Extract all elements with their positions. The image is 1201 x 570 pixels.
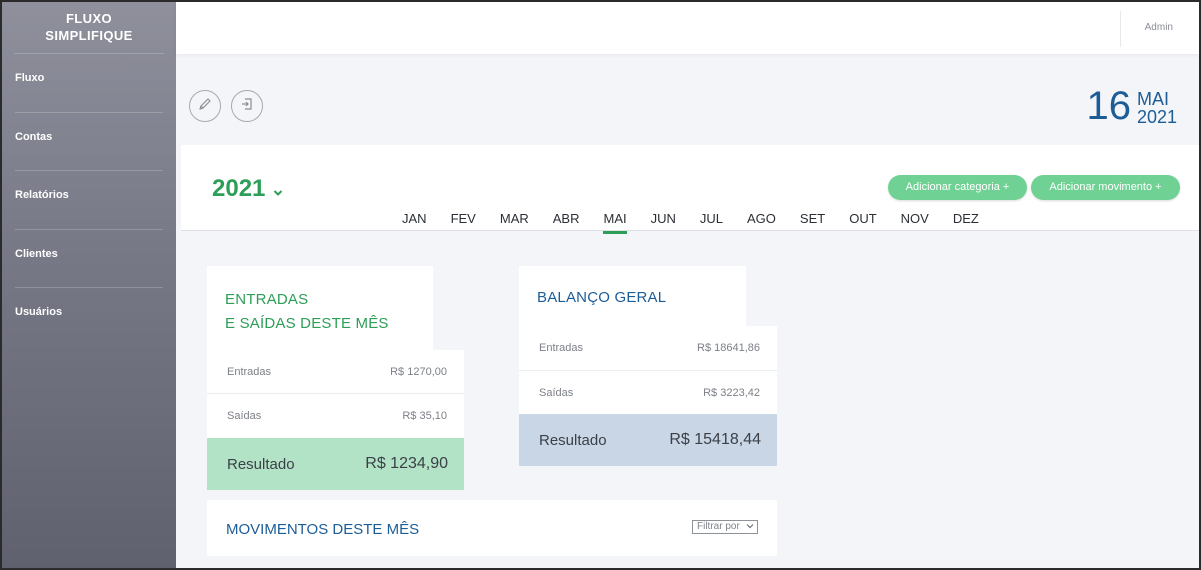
sidebar-item-contas[interactable]: Contas	[15, 113, 163, 171]
balance-entradas-row: Entradas R$ 18641,86	[519, 326, 777, 371]
sidebar-item-fluxo[interactable]: Fluxo	[15, 54, 163, 113]
app-window: FLUXO SIMPLIFIQUE Fluxo Contas Relatório…	[2, 2, 1199, 568]
chevron-down-icon	[746, 522, 754, 534]
tab-set[interactable]: SET	[800, 211, 825, 234]
tab-mai[interactable]: MAI	[603, 211, 627, 234]
user-menu[interactable]: Admin	[1145, 22, 1173, 33]
monthly-result-label: Resultado	[227, 455, 295, 473]
balance-saidas-row: Saídas R$ 3223,42	[519, 371, 777, 414]
date-day: 16	[1086, 84, 1131, 128]
balance-card-title: BALANÇO GERAL	[519, 266, 746, 326]
tab-nov[interactable]: NOV	[901, 211, 929, 234]
balance-result-label: Resultado	[539, 431, 607, 449]
year-value: 2021	[212, 175, 266, 202]
tab-dez[interactable]: DEZ	[953, 211, 979, 234]
tab-jul[interactable]: JUL	[700, 211, 723, 234]
filter-select[interactable]: Filtrar por	[692, 520, 758, 534]
edit-button[interactable]	[189, 90, 221, 122]
tab-fev[interactable]: FEV	[451, 211, 476, 234]
tab-jan[interactable]: JAN	[402, 211, 427, 234]
monthly-result-row: Resultado R$ 1234,90	[207, 438, 464, 490]
pencil-icon	[198, 97, 212, 116]
brand-logo: FLUXO SIMPLIFIQUE	[14, 2, 164, 54]
sidebar-item-usuarios[interactable]: Usuários	[15, 288, 163, 347]
tab-out[interactable]: OUT	[849, 211, 876, 234]
monthly-card-title: ENTRADAS E SAÍDAS DESTE MÊS	[207, 266, 433, 350]
date-year: 2021	[1136, 107, 1177, 127]
tab-mar[interactable]: MAR	[500, 211, 529, 234]
sidebar: FLUXO SIMPLIFIQUE Fluxo Contas Relatório…	[2, 2, 176, 568]
monthly-entradas-value: R$ 1270,00	[390, 365, 447, 378]
chevron-down-icon	[273, 176, 283, 204]
sidebar-item-clientes[interactable]: Clientes	[15, 230, 163, 288]
brand-line-2: SIMPLIFIQUE	[45, 28, 133, 43]
current-date: 16 MAI 2021	[1086, 86, 1177, 126]
filter-placeholder: Filtrar por	[697, 521, 740, 532]
monthly-saidas-row: Saídas R$ 35,10	[207, 394, 464, 438]
tab-jun[interactable]: JUN	[651, 211, 676, 234]
sidebar-item-relatorios[interactable]: Relatórios	[15, 171, 163, 230]
exit-button[interactable]	[231, 90, 263, 122]
sign-in-icon	[240, 97, 254, 116]
topbar-divider	[1120, 11, 1121, 47]
monthly-saidas-value: R$ 35,10	[402, 410, 447, 422]
month-tabs: JAN FEV MAR ABR MAI JUN JUL AGO SET OUT …	[402, 211, 1003, 234]
brand-line-1: FLUXO	[65, 11, 113, 26]
balance-saidas-value: R$ 3223,42	[703, 386, 760, 399]
monthly-title-line-1: ENTRADAS	[225, 291, 309, 308]
balance-result-value: R$ 15418,44	[669, 431, 761, 448]
date-month-year: MAI 2021	[1137, 90, 1177, 126]
add-category-button[interactable]: Adicionar categoria +	[888, 175, 1027, 200]
balance-entradas-value: R$ 18641,86	[697, 342, 760, 354]
monthly-title-line-2: E SAÍDAS DESTE MÊS	[225, 315, 389, 332]
monthly-result-value: R$ 1234,90	[365, 455, 448, 472]
tab-abr[interactable]: ABR	[553, 211, 580, 234]
balance-title: BALANÇO GERAL	[537, 289, 667, 306]
period-selector: 2021 Adicionar categoria + Adicionar mov…	[181, 145, 1199, 234]
monthly-entradas-label: Entradas	[227, 365, 272, 378]
tab-ago[interactable]: AGO	[747, 211, 776, 234]
add-movement-button[interactable]: Adicionar movimento +	[1031, 175, 1180, 200]
monthly-entradas-row: Entradas R$ 1270,00	[207, 350, 464, 394]
balance-saidas-label: Saídas	[539, 386, 574, 399]
date-month: MAI	[1136, 89, 1169, 109]
monthly-saidas-label: Saídas	[227, 410, 262, 422]
balance-result-row: Resultado R$ 15418,44	[519, 414, 777, 466]
year-dropdown[interactable]: 2021	[212, 174, 283, 204]
top-bar: Admin	[176, 2, 1199, 54]
movements-title: MOVIMENTOS DESTE MÊS	[226, 521, 420, 538]
movements-panel: MOVIMENTOS DESTE MÊS Filtrar por	[207, 500, 777, 556]
balance-entradas-label: Entradas	[539, 342, 584, 354]
